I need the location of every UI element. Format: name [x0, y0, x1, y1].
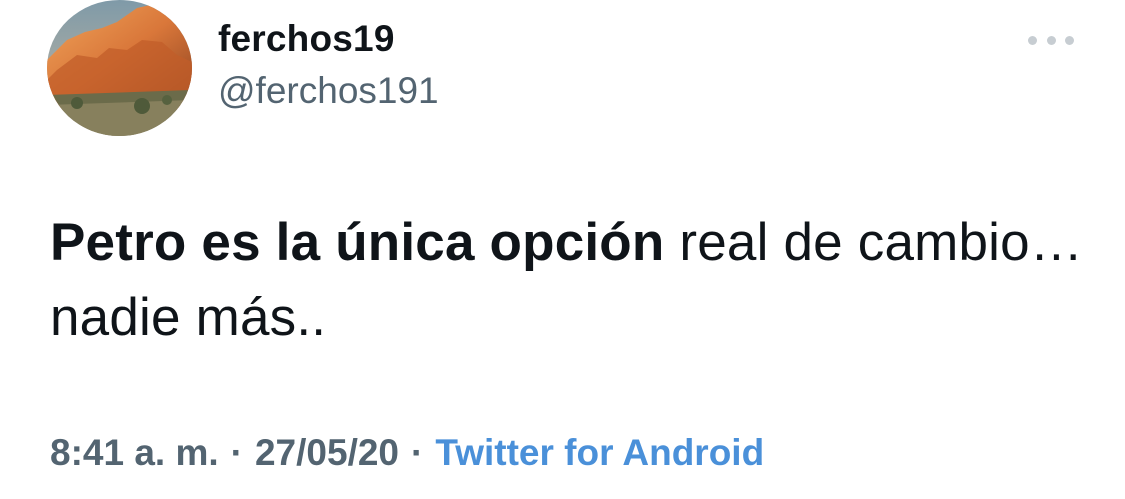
tweet-text-bold: Petro es la única opción [50, 213, 665, 272]
tweet-text: Petro es la única opción real de cambio…… [50, 205, 1090, 355]
meta-separator: · [411, 432, 424, 473]
meta-separator: · [230, 432, 243, 473]
more-dot [1065, 35, 1074, 45]
more-dot [1028, 35, 1037, 45]
tweet-time[interactable]: 8:41 a. m. [50, 432, 219, 473]
author-avatar[interactable] [47, 0, 192, 136]
tweet-metadata: 8:41 a. m. · 27/05/20 · Twitter for Android [50, 432, 764, 474]
tweet-date[interactable]: 27/05/20 [255, 432, 399, 473]
more-options-icon[interactable] [1026, 27, 1076, 53]
tweet-source-link[interactable]: Twitter for Android [435, 432, 764, 473]
more-dot [1046, 35, 1056, 45]
tweet-card: ferchos19 @ferchos191 Petro es la única … [0, 0, 1125, 499]
desert-rock-avatar-icon [47, 0, 192, 136]
author-display-name[interactable]: ferchos19 [218, 18, 395, 60]
author-handle[interactable]: @ferchos191 [218, 70, 439, 112]
